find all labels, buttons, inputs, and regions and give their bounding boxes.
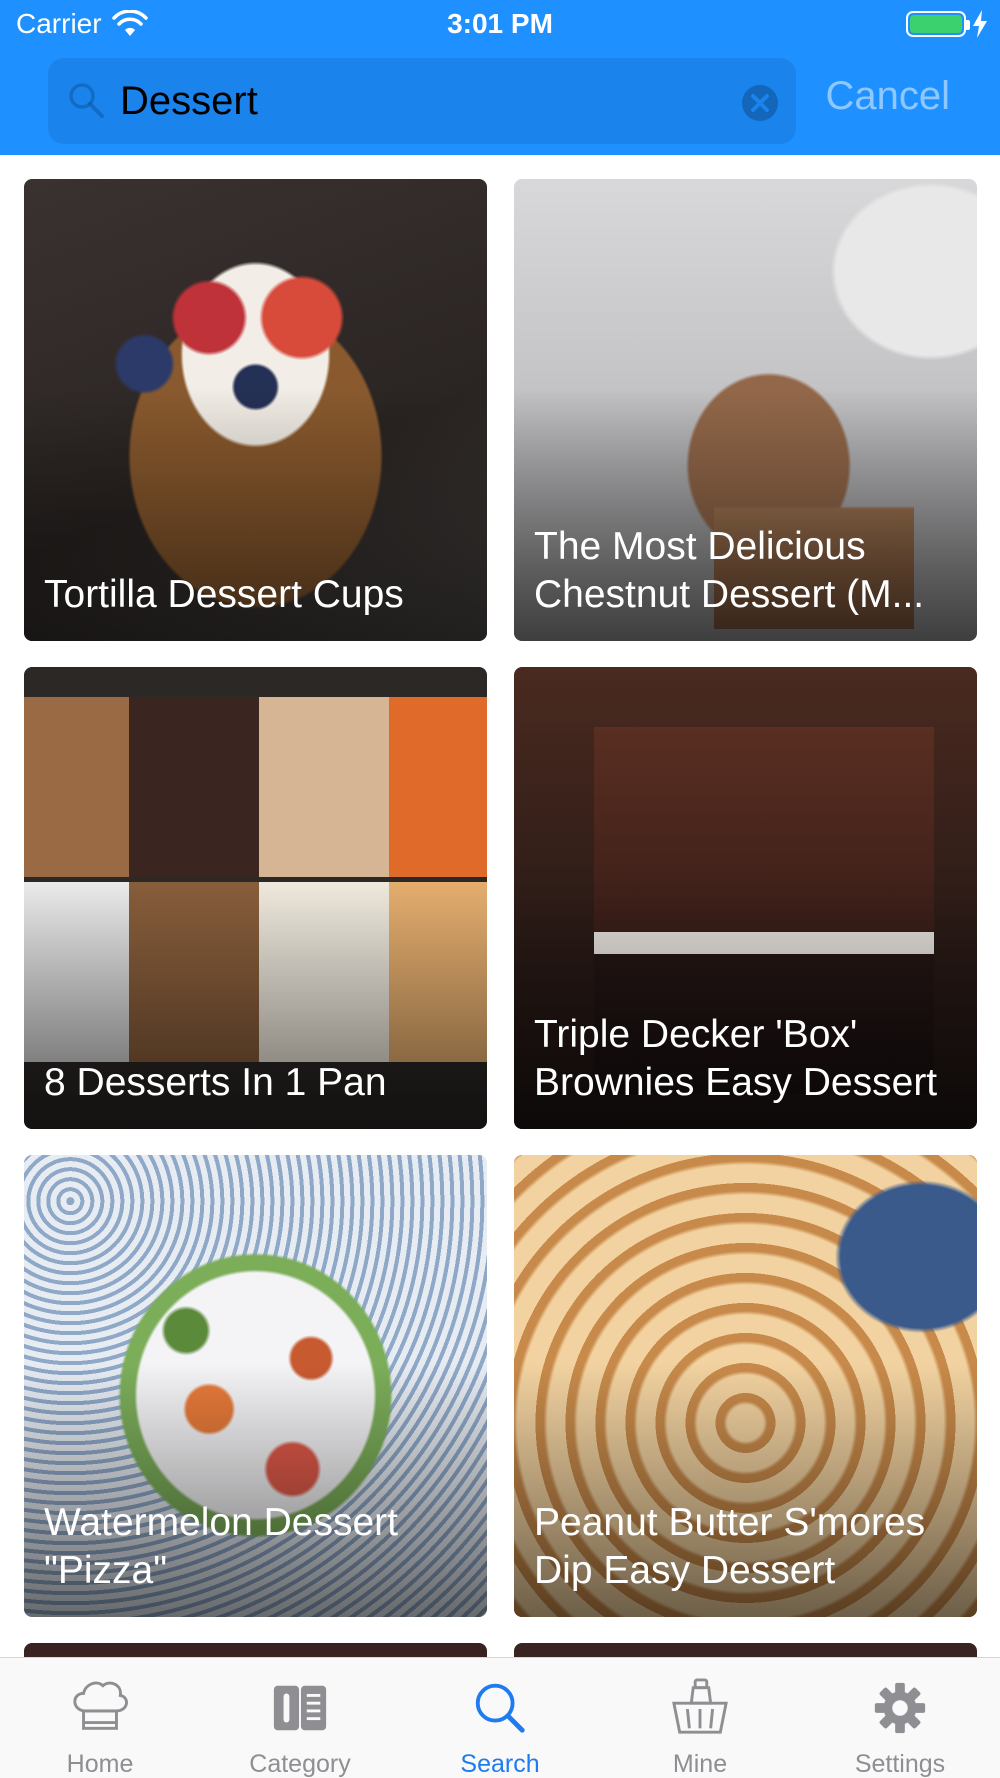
tab-label: Category [249, 1750, 351, 1778]
recipe-title: Watermelon Dessert "Pizza" [44, 1501, 398, 1592]
search-icon [69, 83, 104, 118]
battery [906, 10, 988, 38]
results-grid: Tortilla Dessert Cups The Most Delicious… [0, 155, 1000, 1657]
search-icon [475, 1683, 525, 1733]
tab-label: Mine [672, 1750, 728, 1778]
tab-label: Settings [854, 1750, 946, 1778]
recipe-card[interactable]: Watermelon Dessert "Pizza" [24, 1155, 487, 1617]
book-icon [273, 1685, 327, 1731]
charging-icon [973, 10, 987, 38]
recipe-card-partial[interactable] [24, 1643, 487, 1657]
cancel-button[interactable]: Cancel [825, 74, 950, 119]
header: Carrier 3:01 PM Cancel [0, 0, 1000, 155]
recipe-card[interactable]: Peanut Butter S'mores Dip Easy Dessert [514, 1155, 977, 1617]
recipe-card[interactable]: 8 Desserts In 1 Pan [24, 667, 487, 1129]
recipe-title: Tortilla Dessert Cups [44, 573, 404, 616]
search-field[interactable] [48, 58, 796, 144]
status-bar: Carrier 3:01 PM [0, 0, 1000, 50]
tab-category[interactable]: Category [200, 1658, 400, 1778]
recipe-card-partial[interactable] [514, 1643, 977, 1657]
tab-search[interactable]: Search [400, 1658, 600, 1778]
tab-home[interactable]: Home [0, 1658, 200, 1778]
tab-mine[interactable]: Mine [600, 1658, 800, 1778]
battery-icon [906, 11, 970, 37]
recipe-title: The Most Delicious Chestnut Dessert (M..… [534, 525, 925, 616]
tab-label: Home [66, 1750, 134, 1778]
recipe-title: 8 Desserts In 1 Pan [44, 1061, 387, 1104]
recipe-card[interactable]: Triple Decker 'Box' Brownies Easy Desser… [514, 667, 977, 1129]
recipe-title: Triple Decker 'Box' Brownies Easy Desser… [534, 1013, 938, 1104]
search-input[interactable] [120, 72, 700, 130]
recipe-card[interactable]: Tortilla Dessert Cups [24, 179, 487, 641]
status-time: 3:01 PM [447, 8, 553, 39]
basket-icon [672, 1678, 728, 1734]
tab-label: Search [460, 1750, 540, 1778]
chef-hat-icon [73, 1681, 128, 1730]
gear-icon [874, 1682, 926, 1734]
recipe-title: Peanut Butter S'mores Dip Easy Dessert [534, 1501, 926, 1592]
recipe-card[interactable]: The Most Delicious Chestnut Dessert (M..… [514, 179, 977, 641]
clear-search-icon[interactable] [740, 83, 780, 123]
tab-bar: Home Category Search Mine Settings [0, 1657, 1000, 1778]
tab-settings[interactable]: Settings [800, 1658, 1000, 1778]
